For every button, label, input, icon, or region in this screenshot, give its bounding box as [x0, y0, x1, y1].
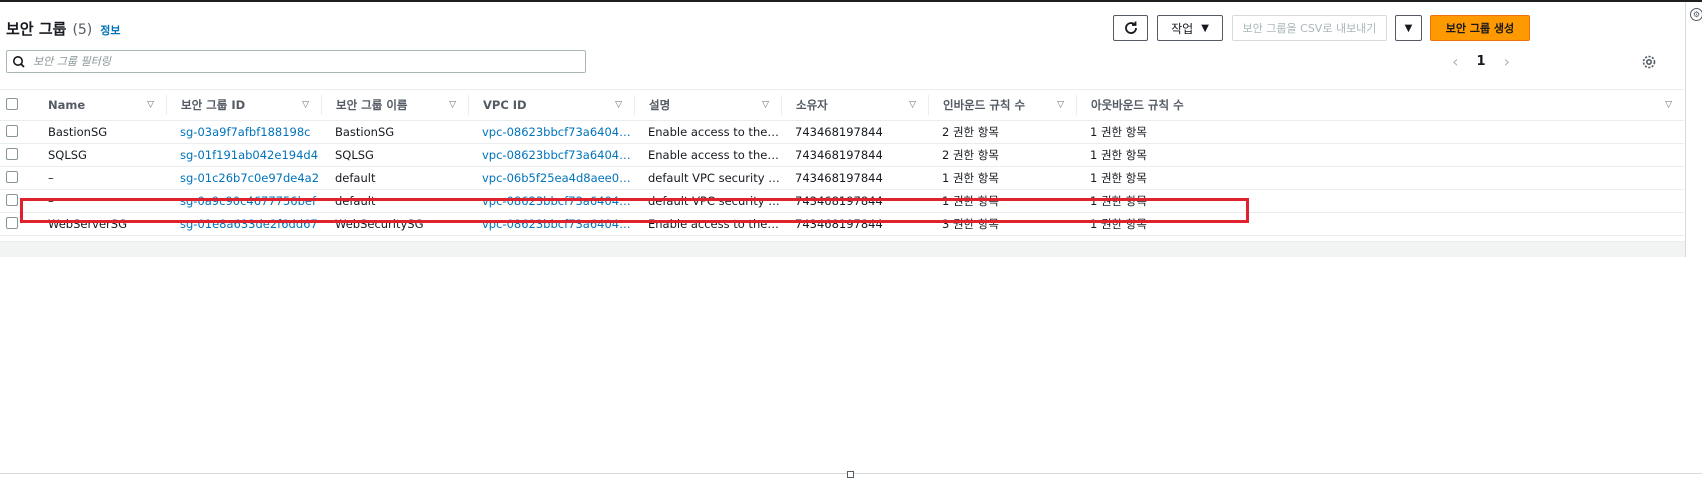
cell-sg-id-link[interactable]: sg-01c26b7c0e97de4a2 — [166, 166, 321, 190]
table-row[interactable]: WebServerSG sg-01e8a633de2f6dd67 WebSecu… — [0, 212, 1684, 236]
column-header-outbound[interactable]: 아웃바운드 규칙 수 ▽ — [1076, 89, 1684, 121]
cell-inbound: 1 권한 항목 — [928, 166, 1076, 190]
sort-icon[interactable]: ▽ — [762, 100, 769, 110]
cell-description: default VPC security gr... — [634, 189, 781, 213]
table-row[interactable]: BastionSG sg-03a9f7afbf188198c BastionSG… — [0, 120, 1684, 144]
row-checkbox[interactable] — [0, 120, 34, 144]
scrollbar[interactable] — [1686, 2, 1702, 483]
sort-icon[interactable]: ▽ — [302, 100, 309, 110]
column-header-sg-id[interactable]: 보안 그룹 ID ▽ — [166, 89, 321, 121]
cell-vpc-id-link[interactable]: vpc-08623bbcf73a64049 — [468, 212, 634, 236]
cell-description: Enable access to the W... — [634, 212, 781, 236]
panel-header: 보안 그룹 (5) 정보 — [6, 18, 121, 39]
next-page-icon[interactable]: › — [1504, 52, 1510, 71]
table-row[interactable]: SQLSG sg-01f191ab042e194d4 SQLSG vpc-086… — [0, 143, 1684, 167]
table-row[interactable]: – sg-01c26b7c0e97de4a2 default vpc-06b5f… — [0, 166, 1684, 190]
cell-name: – — [34, 166, 166, 190]
refresh-button[interactable] — [1113, 15, 1148, 41]
cell-owner: 743468197844 — [781, 212, 928, 236]
create-label: 보안 그룹 생성 — [1445, 22, 1515, 35]
cell-sg-id-link[interactable]: sg-03a9f7afbf188198c — [166, 120, 321, 144]
cell-inbound: 1 권한 항목 — [928, 189, 1076, 213]
row-checkbox[interactable] — [0, 212, 34, 236]
export-csv-label: 보안 그룹을 CSV로 내보내기 — [1242, 22, 1377, 35]
cell-description: default VPC security gr... — [634, 166, 781, 190]
column-header-inbound[interactable]: 인바운드 규칙 수 ▽ — [928, 89, 1076, 121]
row-checkbox[interactable] — [0, 143, 34, 167]
cell-name: SQLSG — [34, 143, 166, 167]
column-header-description[interactable]: 설명 ▽ — [634, 89, 781, 121]
row-checkbox[interactable] — [0, 166, 34, 190]
cell-vpc-id-link[interactable]: vpc-08623bbcf73a64049 — [468, 120, 634, 144]
search-input[interactable] — [31, 54, 575, 69]
cell-inbound: 2 권한 항목 — [928, 120, 1076, 144]
cell-sg-name: default — [321, 189, 468, 213]
cell-sg-name: BastionSG — [321, 120, 468, 144]
cell-vpc-id-link[interactable]: vpc-06b5f25ea4d8aee08 — [468, 166, 634, 190]
cell-sg-id-link[interactable]: sg-01e8a633de2f6dd67 — [166, 212, 321, 236]
cell-owner: 743468197844 — [781, 143, 928, 167]
cell-inbound: 2 권한 항목 — [928, 143, 1076, 167]
row-checkbox[interactable] — [0, 189, 34, 213]
cell-owner: 743468197844 — [781, 120, 928, 144]
sort-icon[interactable]: ▽ — [1665, 100, 1672, 110]
cell-sg-name: default — [321, 166, 468, 190]
resize-handle[interactable] — [847, 471, 854, 478]
cell-outbound: 1 권한 항목 — [1076, 212, 1684, 236]
column-header-name[interactable]: Name ▽ — [34, 89, 166, 121]
column-header-vpc-id[interactable]: VPC ID ▽ — [468, 89, 634, 121]
column-header-sg-name[interactable]: 보안 그룹 이름 ▽ — [321, 89, 468, 121]
security-groups-panel: 보안 그룹 (5) 정보 작업 ▼ 보안 그룹을 CSV로 내보내기 ▼ 보안 … — [0, 2, 1686, 257]
refresh-icon — [1124, 21, 1137, 34]
cell-name: – — [34, 189, 166, 213]
cell-owner: 743468197844 — [781, 189, 928, 213]
security-groups-table: Name ▽ 보안 그룹 ID ▽ 보안 그룹 이름 ▽ VPC ID ▽ 설명 ▽ 소유… — [0, 89, 1684, 236]
cell-sg-name: WebSecuritySG — [321, 212, 468, 236]
cell-name: BastionSG — [34, 120, 166, 144]
search-field[interactable] — [6, 50, 586, 73]
group-count: (5) — [72, 22, 93, 38]
current-page[interactable]: 1 — [1477, 54, 1486, 69]
gear-icon[interactable] — [1640, 53, 1658, 71]
prev-page-icon[interactable]: ‹ — [1452, 52, 1458, 71]
export-csv-button[interactable]: 보안 그룹을 CSV로 내보내기 — [1232, 15, 1387, 41]
sort-icon[interactable]: ▽ — [909, 100, 916, 110]
settings-icon[interactable]: ⚙ — [1690, 8, 1702, 21]
sort-icon[interactable]: ▽ — [615, 100, 622, 110]
cell-sg-id-link[interactable]: sg-0a9c90c4677756bef — [166, 189, 321, 213]
cell-outbound: 1 권한 항목 — [1076, 120, 1684, 144]
pagination: ‹ 1 › — [1452, 52, 1510, 71]
cell-name: WebServerSG — [34, 212, 166, 236]
cell-sg-name: SQLSG — [321, 143, 468, 167]
cell-description: Enable access to the B... — [634, 143, 781, 167]
page-title: 보안 그룹 — [6, 20, 67, 38]
sort-icon[interactable]: ▽ — [449, 100, 456, 110]
sort-icon[interactable]: ▽ — [147, 100, 154, 110]
actions-button[interactable]: 작업 ▼ — [1157, 15, 1223, 41]
table-header-row: Name ▽ 보안 그룹 ID ▽ 보안 그룹 이름 ▽ VPC ID ▽ 설명 ▽ 소유… — [0, 89, 1684, 121]
cell-outbound: 1 권한 항목 — [1076, 143, 1684, 167]
cell-vpc-id-link[interactable]: vpc-08623bbcf73a64049 — [468, 189, 634, 213]
info-link[interactable]: 정보 — [100, 22, 120, 38]
table-row[interactable]: – sg-0a9c90c4677756bef default vpc-08623… — [0, 189, 1684, 213]
column-header-owner[interactable]: 소유자 ▽ — [781, 89, 928, 121]
cell-vpc-id-link[interactable]: vpc-08623bbcf73a64049 — [468, 143, 634, 167]
cell-inbound: 3 권한 항목 — [928, 212, 1076, 236]
caret-down-icon: ▼ — [1201, 22, 1209, 34]
cell-sg-id-link[interactable]: sg-01f191ab042e194d4 — [166, 143, 321, 167]
cell-outbound: 1 권한 항목 — [1076, 189, 1684, 213]
actions-label: 작업 — [1171, 21, 1194, 36]
sort-icon[interactable]: ▽ — [1057, 100, 1064, 110]
export-dropdown-button[interactable]: ▼ — [1395, 15, 1422, 41]
caret-down-icon: ▼ — [1404, 22, 1413, 34]
cell-description: Enable access to the B... — [634, 120, 781, 144]
select-all-checkbox[interactable] — [0, 89, 34, 121]
search-icon — [13, 55, 25, 68]
cell-owner: 743468197844 — [781, 166, 928, 190]
cell-outbound: 1 권한 항목 — [1076, 166, 1684, 190]
create-security-group-button[interactable]: 보안 그룹 생성 — [1430, 15, 1530, 41]
